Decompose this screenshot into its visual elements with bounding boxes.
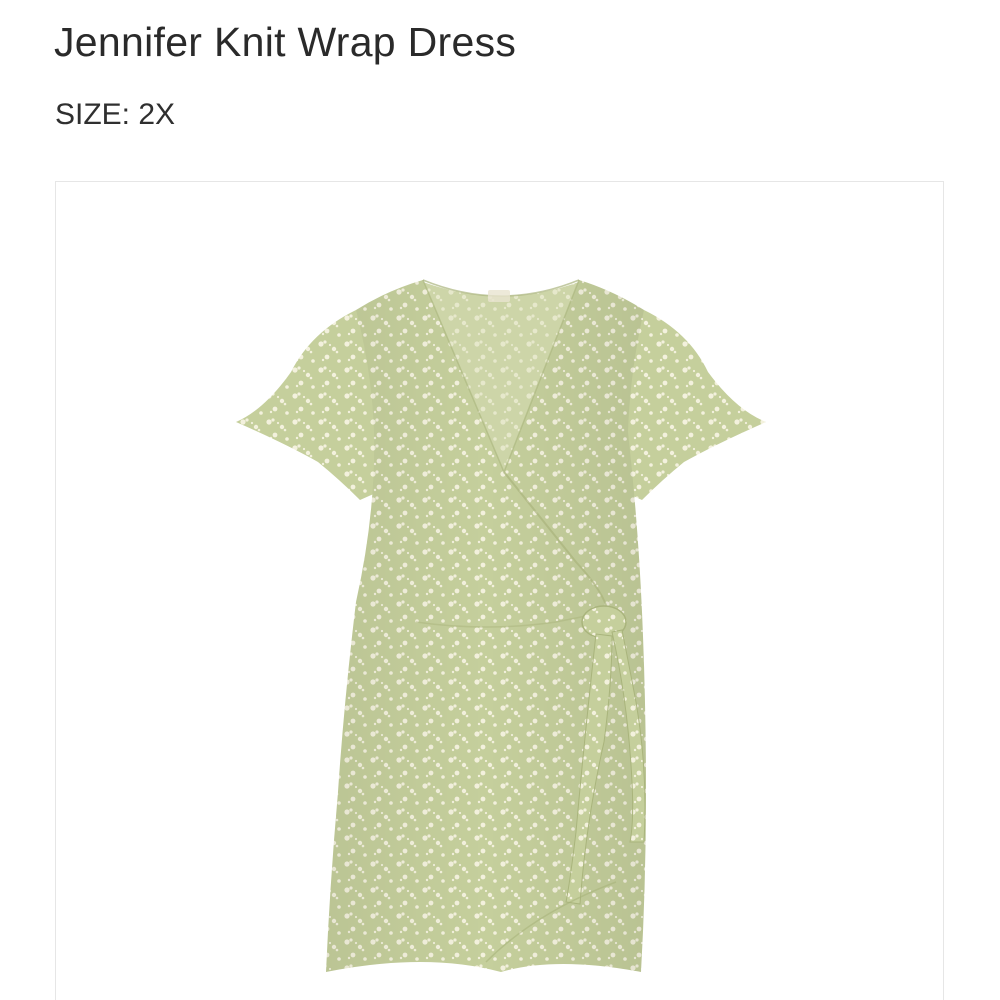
product-image[interactable] bbox=[56, 182, 944, 1000]
right-sleeve bbox=[624, 310, 766, 500]
product-image-card[interactable] bbox=[55, 181, 944, 1000]
size-line: SIZE: 2X bbox=[55, 96, 175, 134]
product-title: Jennifer Knit Wrap Dress bbox=[54, 19, 517, 65]
size-value: 2X bbox=[138, 98, 176, 131]
brand-label bbox=[488, 290, 510, 302]
left-sleeve bbox=[236, 310, 378, 500]
size-label: SIZE: bbox=[55, 98, 131, 131]
